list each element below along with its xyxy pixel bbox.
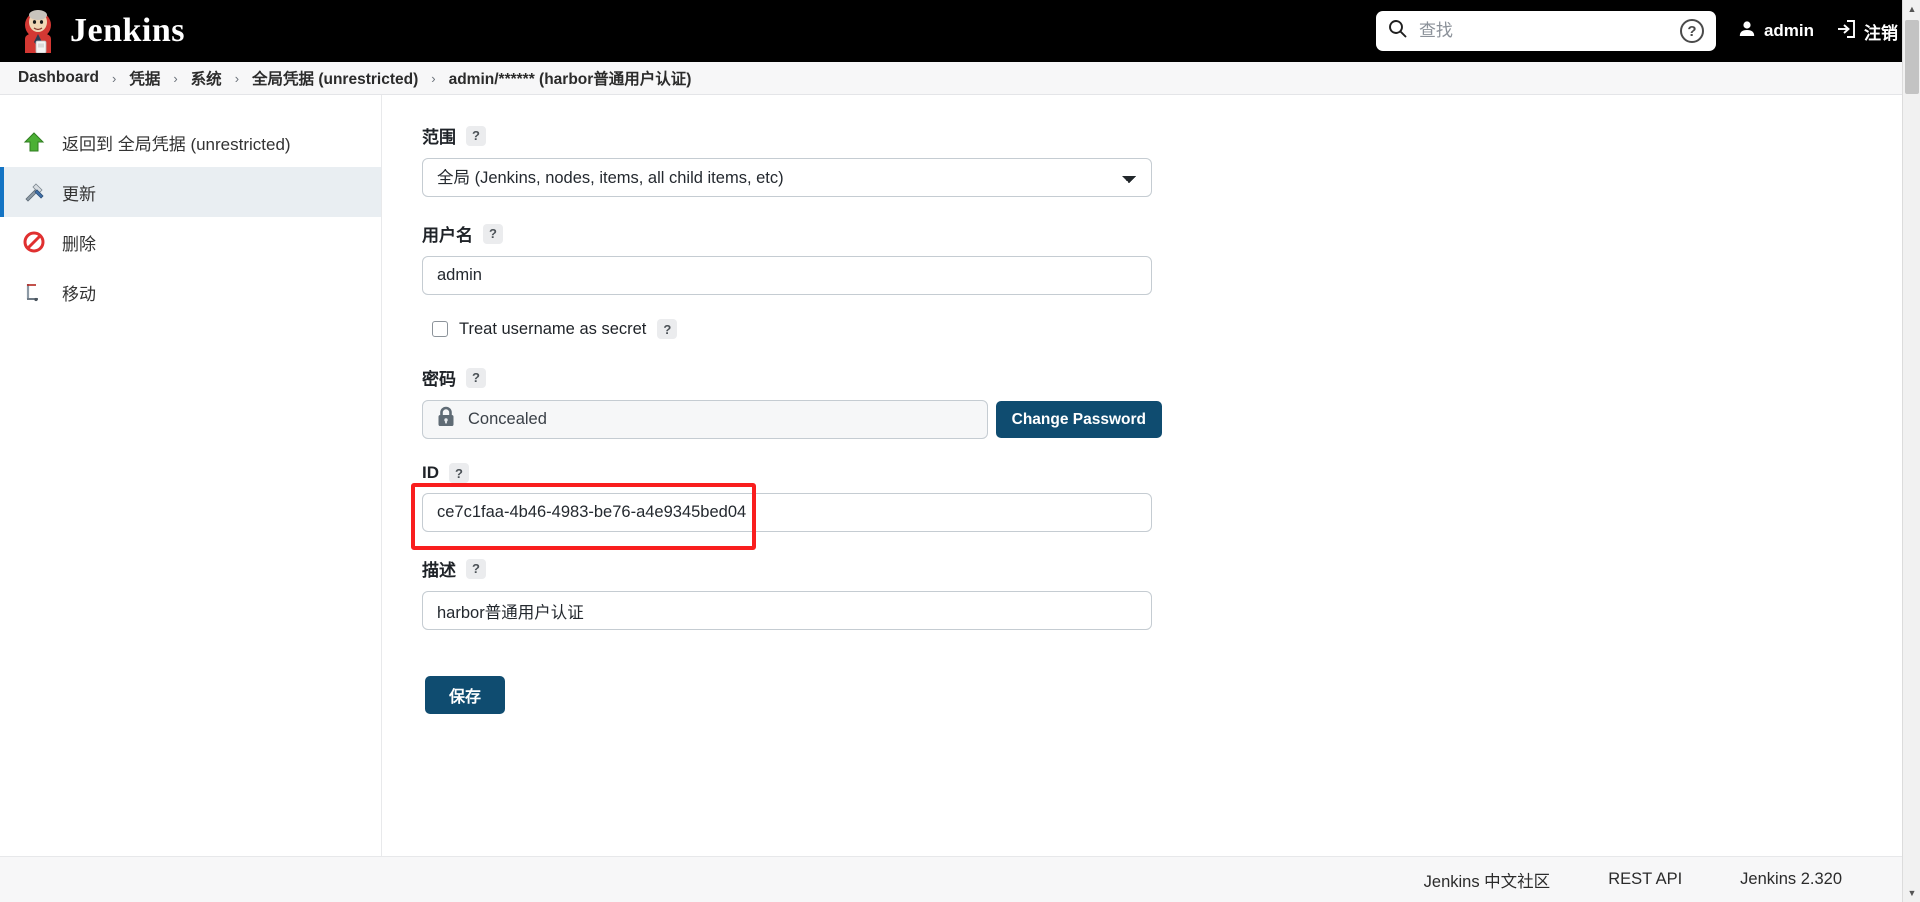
search-icon: [1388, 19, 1407, 43]
breadcrumb-separator: ›: [173, 70, 178, 86]
treat-username-as-secret-checkbox[interactable]: [432, 321, 448, 337]
jenkins-home-link[interactable]: Jenkins: [18, 9, 185, 54]
sidebar-item-back-to-global-credentials[interactable]: 返回到 全局凭据 (unrestricted): [0, 117, 381, 167]
field-username: 用户名 ?: [422, 221, 1162, 295]
username-help-icon[interactable]: ?: [483, 223, 503, 244]
main-content: 范围 ? 全局 (Jenkins, nodes, items, all chil…: [382, 95, 1920, 856]
search-input[interactable]: [1416, 20, 1670, 42]
id-help-icon[interactable]: ?: [449, 463, 469, 483]
user-menu-button[interactable]: admin: [1738, 20, 1814, 43]
no-entry-red-icon: [22, 230, 46, 254]
breadcrumb-item-global-credentials[interactable]: 全局凭据 (unrestricted): [252, 67, 418, 89]
field-scope: 范围 ? 全局 (Jenkins, nodes, items, all chil…: [422, 123, 1162, 197]
sidebar-item-move[interactable]: 移动: [0, 267, 381, 317]
person-icon: [1738, 20, 1756, 43]
description-help-icon[interactable]: ?: [466, 558, 486, 579]
app-header: Jenkins ? admin: [0, 0, 1920, 62]
question-mark-circle-icon[interactable]: ?: [1679, 19, 1704, 43]
breadcrumb-separator: ›: [111, 70, 117, 86]
footer-link-jenkins-version: Jenkins 2.320: [1740, 870, 1842, 888]
description-label: 描述: [422, 561, 456, 580]
wrench-screwdriver-icon: [22, 180, 46, 204]
logout-arrow-icon: [1836, 19, 1856, 44]
scope-label: 范围: [422, 128, 456, 147]
footer-link-rest-api[interactable]: REST API: [1608, 870, 1682, 889]
sidebar-item-label: 更新: [62, 184, 96, 204]
page-body: 返回到 全局凭据 (unrestricted) 更新 删除 移动 范围 ? 全局…: [0, 95, 1920, 856]
jenkins-butler-logo-icon: [18, 9, 58, 54]
password-row: Concealed Change Password: [422, 400, 1162, 439]
scope-label-row: 范围 ?: [422, 123, 1162, 148]
scope-help-icon[interactable]: ?: [466, 125, 486, 146]
password-help-icon[interactable]: ?: [466, 367, 486, 388]
footer-link-jenkins-chinese-community[interactable]: Jenkins 中文社区: [1424, 868, 1551, 892]
credential-form: 范围 ? 全局 (Jenkins, nodes, items, all chil…: [411, 123, 1162, 714]
id-annotation-highlight: [411, 483, 1152, 550]
id-input[interactable]: [422, 493, 1152, 532]
sidebar: 返回到 全局凭据 (unrestricted) 更新 删除 移动: [0, 95, 382, 856]
up-arrow-green-icon: [22, 130, 46, 154]
save-button[interactable]: 保存: [425, 676, 505, 714]
vertical-scrollbar[interactable]: ▲ ▼: [1902, 0, 1920, 902]
breadcrumb-separator: ›: [234, 70, 240, 86]
username-label-row: 用户名 ?: [422, 221, 1162, 246]
field-id: ID ?: [411, 463, 1162, 550]
change-password-button[interactable]: Change Password: [995, 401, 1162, 438]
breadcrumb-item-dashboard[interactable]: Dashboard: [18, 69, 99, 87]
username-label: 用户名: [422, 226, 473, 245]
breadcrumb-item-current-credential[interactable]: admin/****** (harbor普通用户认证): [449, 67, 692, 89]
description-label-row: 描述 ?: [422, 556, 1162, 581]
treat-username-as-secret-row[interactable]: Treat username as secret ?: [432, 319, 1162, 339]
sidebar-item-delete[interactable]: 删除: [0, 217, 381, 267]
search-box[interactable]: ?: [1375, 11, 1716, 51]
logout-button[interactable]: 注销: [1836, 19, 1898, 44]
password-concealed-field[interactable]: Concealed: [422, 400, 988, 439]
sidebar-item-label: 删除: [62, 234, 96, 254]
page-footer: Jenkins 中文社区 REST API Jenkins 2.320: [0, 856, 1920, 902]
scrollbar-down-arrow-icon[interactable]: ▼: [1903, 884, 1920, 902]
breadcrumb-item-system[interactable]: 系统: [191, 67, 222, 89]
password-label: 密码: [422, 370, 456, 389]
move-crane-icon: [22, 280, 46, 304]
password-label-row: 密码 ?: [422, 365, 1162, 390]
breadcrumb: Dashboard › 凭据 › 系统 › 全局凭据 (unrestricted…: [0, 62, 1920, 95]
scrollbar-up-arrow-icon[interactable]: ▲: [1903, 0, 1920, 18]
id-label-row: ID ?: [422, 463, 1162, 483]
breadcrumb-separator: ›: [431, 70, 436, 86]
user-name-label: admin: [1763, 21, 1814, 40]
description-input[interactable]: [422, 591, 1152, 630]
field-password: 密码 ? Concealed Change Password: [422, 365, 1162, 439]
lock-icon: [436, 406, 456, 433]
scope-select[interactable]: 全局 (Jenkins, nodes, items, all child ite…: [422, 158, 1152, 197]
id-label: ID: [422, 463, 439, 482]
breadcrumb-item-credentials[interactable]: 凭据: [129, 67, 160, 89]
sidebar-item-label: 返回到 全局凭据 (unrestricted): [62, 134, 291, 154]
logout-label: 注销: [1864, 23, 1898, 43]
scrollbar-thumb[interactable]: [1905, 20, 1919, 94]
brand-title: Jenkins: [70, 12, 185, 49]
password-concealed-text: Concealed: [468, 410, 547, 428]
username-input[interactable]: [422, 256, 1152, 295]
header-actions: ? admin 注销: [1375, 11, 1898, 51]
sidebar-item-label: 移动: [62, 284, 96, 304]
field-description: 描述 ?: [422, 556, 1162, 630]
sidebar-item-update[interactable]: 更新: [0, 167, 381, 217]
treat-username-as-secret-label: Treat username as secret: [459, 319, 647, 338]
treat-username-as-secret-help-icon[interactable]: ?: [657, 319, 678, 339]
